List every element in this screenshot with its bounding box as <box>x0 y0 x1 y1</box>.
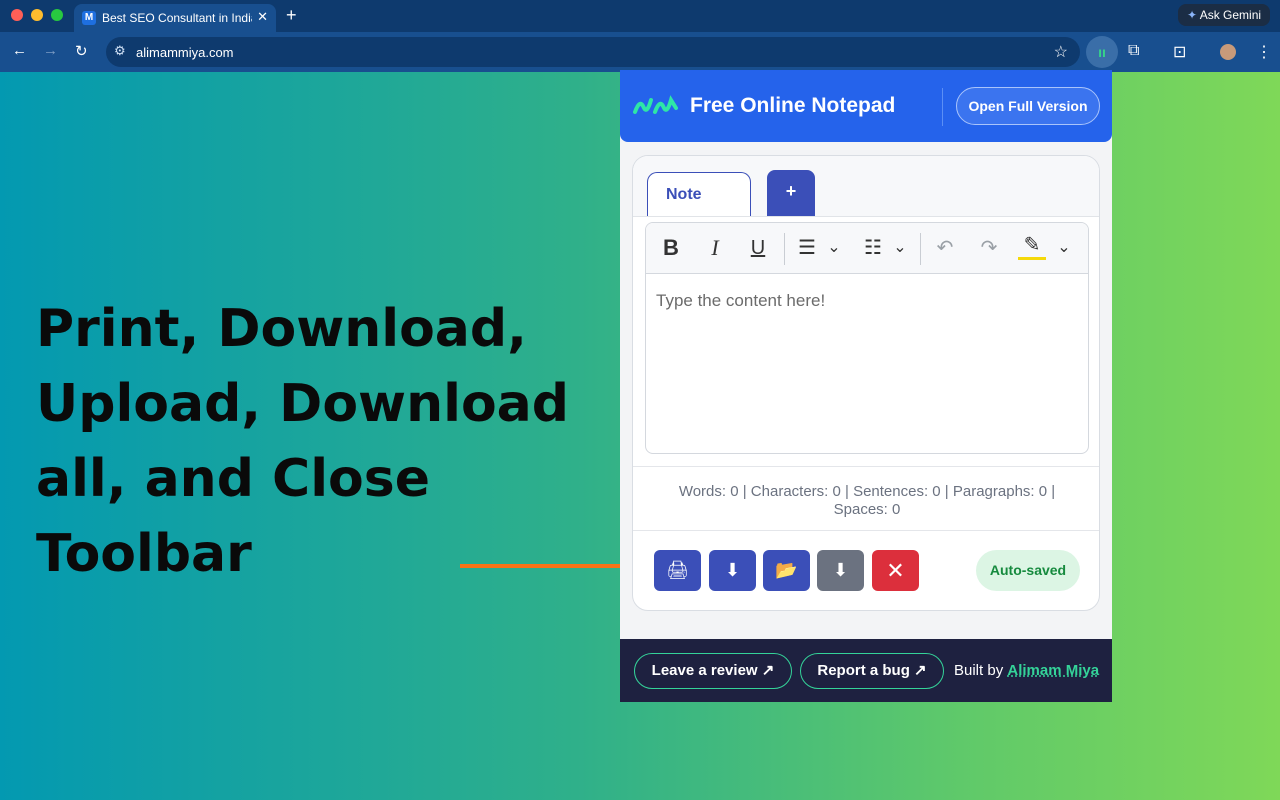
open-full-version-button[interactable]: Open Full Version <box>956 87 1100 125</box>
ask-gemini-label: Ask Gemini <box>1199 8 1262 22</box>
numbered-list-icon[interactable]: ☷ <box>860 233 886 263</box>
redo-icon[interactable]: ↷ <box>976 233 1002 263</box>
ask-gemini-button[interactable]: ✦ Ask Gemini <box>1178 4 1270 26</box>
note-tab-strip: Note + <box>633 156 1099 217</box>
extensions-puzzle-icon[interactable]: ⧉ <box>1128 42 1139 60</box>
tab-search-icon[interactable]: ⊡ <box>1173 42 1186 62</box>
rich-text-editor: B I U ☰ ⌄ ☷ ⌄ ↶ ↷ ✎ ⌄ Type the content h… <box>645 222 1089 454</box>
reload-icon[interactable]: ↻ <box>75 42 88 60</box>
bookmark-star-icon[interactable]: ☆ <box>1054 42 1068 62</box>
tab-note[interactable]: Note <box>647 172 751 216</box>
highlight-pen-icon[interactable]: ✎ <box>1018 233 1046 260</box>
editor-content-placeholder[interactable]: Type the content here! <box>656 291 825 311</box>
browser-menu-icon[interactable]: ⋮ <box>1256 42 1272 62</box>
popup-title: Free Online Notepad <box>690 94 896 117</box>
window-close-dot[interactable] <box>11 9 23 21</box>
download-arrow-icon: ⬇ <box>724 560 741 580</box>
bullet-list-icon[interactable]: ☰ <box>794 233 820 263</box>
auto-saved-badge: Auto-saved <box>976 550 1080 591</box>
tab-title: Best SEO Consultant in India <box>102 11 252 25</box>
built-by-credit: Built by Alimam Miya <box>954 662 1099 679</box>
browser-toolbar: ← → ↻ ⚙ alimammiya.com ☆ ıı ⧉ ⊡ ⋮ <box>0 32 1280 72</box>
bullet-list-dropdown-icon[interactable]: ⌄ <box>826 233 842 263</box>
window-minimize-dot[interactable] <box>31 9 43 21</box>
folder-open-icon: 📂 <box>775 560 798 580</box>
browser-tab[interactable]: M Best SEO Consultant in India ✕ <box>74 4 276 32</box>
popup-footer: Leave a review ↗ Report a bug ↗ Built by… <box>620 639 1112 702</box>
caption-line-1: Print, Download, <box>36 299 527 359</box>
add-tab-button[interactable]: + <box>767 170 815 216</box>
author-link[interactable]: Alimam Miya <box>1007 662 1099 679</box>
header-divider <box>942 88 943 126</box>
site-favicon-icon: M <box>82 11 96 25</box>
address-bar[interactable]: ⚙ alimammiya.com ☆ <box>106 37 1080 67</box>
forward-arrow-icon[interactable]: → <box>43 42 58 59</box>
window-maximize-dot[interactable] <box>51 9 63 21</box>
close-toolbar-button[interactable]: ✕ <box>872 550 919 591</box>
leave-review-link[interactable]: Leave a review ↗ <box>634 653 792 689</box>
notepad-extension-icon[interactable]: ıı <box>1086 36 1118 68</box>
download-button[interactable]: ⬇ <box>709 550 756 591</box>
url-text: alimammiya.com <box>136 45 234 60</box>
action-bar: 🖨 ⬇ 📂 ⬇ ✕ Auto-saved <box>633 530 1099 610</box>
numbered-list-dropdown-icon[interactable]: ⌄ <box>892 233 908 263</box>
underline-button[interactable]: U <box>745 233 771 263</box>
download-all-arrow-icon: ⬇ <box>832 560 849 580</box>
profile-avatar[interactable] <box>1220 44 1236 60</box>
popup-header: Free Online Notepad Open Full Version <box>620 70 1112 142</box>
print-button[interactable]: 🖨 <box>654 550 701 591</box>
back-arrow-icon[interactable]: ← <box>12 42 27 59</box>
gemini-sparkle-icon: ✦ <box>1186 8 1198 22</box>
format-toolbar: B I U ☰ ⌄ ☷ ⌄ ↶ ↷ ✎ ⌄ <box>646 223 1088 274</box>
pointer-arrow-icon <box>460 555 640 577</box>
highlight-dropdown-icon[interactable]: ⌄ <box>1056 233 1072 263</box>
text-stats: Words: 0 | Characters: 0 | Sentences: 0 … <box>633 466 1099 519</box>
undo-icon[interactable]: ↶ <box>932 233 958 263</box>
notepad-popup: Free Online Notepad Open Full Version No… <box>620 70 1112 702</box>
bold-button[interactable]: B <box>658 233 684 263</box>
new-tab-button[interactable]: + <box>286 5 297 26</box>
built-by-label: Built by <box>954 662 1008 679</box>
stats-text: Words: 0 | Characters: 0 | Sentences: 0 … <box>678 483 1056 518</box>
site-settings-icon[interactable]: ⚙ <box>114 43 126 59</box>
close-x-icon: ✕ <box>886 558 905 583</box>
editor-card: Note + B I U ☰ ⌄ ☷ ⌄ ↶ ↷ ✎ ⌄ Type the co… <box>632 155 1100 611</box>
toolbar-separator <box>784 233 785 265</box>
upload-button[interactable]: 📂 <box>763 550 810 591</box>
notepad-logo-icon <box>633 95 678 114</box>
report-bug-link[interactable]: Report a bug ↗ <box>800 653 944 689</box>
printer-icon: 🖨 <box>666 560 689 580</box>
tab-close-icon[interactable]: ✕ <box>257 9 268 25</box>
toolbar-separator <box>920 233 921 265</box>
download-all-button[interactable]: ⬇ <box>817 550 864 591</box>
caption-line-2: Upload, Download <box>36 374 569 434</box>
italic-button[interactable]: I <box>702 233 728 263</box>
feature-caption: Print, Download, Upload, Download all, a… <box>36 292 636 592</box>
browser-tab-bar: M Best SEO Consultant in India ✕ + ✦ Ask… <box>0 0 1280 32</box>
